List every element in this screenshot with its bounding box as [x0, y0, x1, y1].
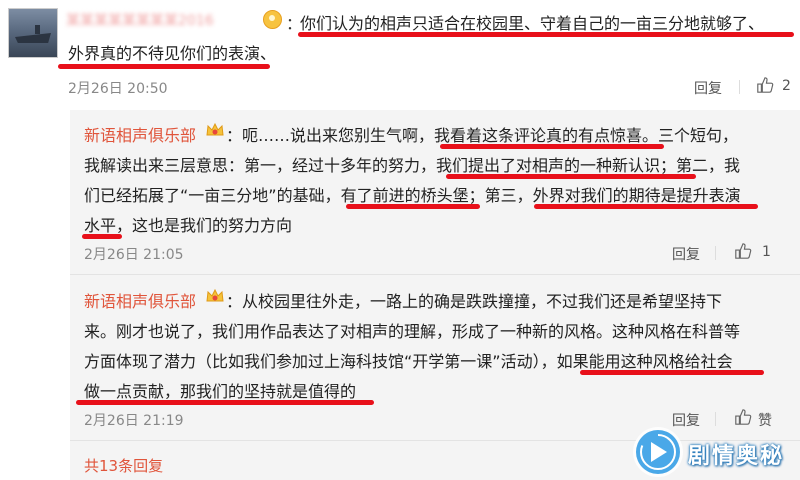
avatar[interactable] [8, 8, 58, 58]
underline-mark [440, 144, 664, 149]
main-comment: 某某某某某某某某2016 ： 你们认为的相声只适合在校园里、守着自己的一亩三分地… [0, 0, 800, 118]
ship-tower-shape [35, 25, 40, 34]
reply-2-line-1: ：从校园里往外走，一路上的确是跌跌撞撞，不过我们还是希望坚持下 [226, 292, 723, 311]
main-comment-line-2: 外界真的不待见你们的表演、 [68, 44, 277, 63]
reply-2-line-3: 方面体现了潜力（比如我们参加过上海科技馆“开学第一课”活动），如果能用这种风格给… [84, 352, 733, 371]
underline-mark [58, 64, 270, 69]
reply-2-line-4: 做一点贡献，那我们的坚持就是值得的 [84, 382, 357, 401]
reply-username[interactable]: 新语相声俱乐部 [84, 288, 196, 312]
watermark: 剧情奥秘 [628, 424, 800, 480]
reply-1-line-2: 我解读出来三层意思：第一，经过十多年的努力，我们提出了对相声的一种新认识；第二，… [84, 156, 741, 175]
underline-mark [82, 234, 122, 239]
reply-button[interactable]: 回复 [694, 78, 722, 98]
like-count: 1 [762, 244, 771, 260]
reply-divider [70, 274, 800, 275]
action-divider [739, 80, 740, 94]
thumbs-up-icon[interactable] [734, 242, 752, 260]
reply-username[interactable]: 新语相声俱乐部 [84, 122, 196, 146]
underline-mark [534, 204, 758, 209]
thumbs-up-icon[interactable] [756, 76, 774, 94]
underline-mark [298, 32, 794, 37]
reply-2-line-2: 来。刚才也说了，我们用作品表达了对相声的理解，形成了一种新的风格。这种风格在科普… [84, 322, 741, 341]
action-divider [715, 246, 716, 260]
reply-button[interactable]: 回复 [672, 244, 700, 264]
main-comment-line-1: 你们认为的相声只适合在校园里、守着自己的一亩三分地就够了、 [300, 14, 765, 33]
reply-1-time: 2月26日 21:05 [84, 247, 184, 263]
medal-badge-icon [263, 10, 282, 29]
like-count: 2 [782, 78, 791, 94]
vip-crown-icon [206, 122, 224, 136]
reply-1-line-4: 水平，这也是我们的努力方向 [84, 216, 293, 235]
main-comment-time: 2月26日 20:50 [68, 81, 168, 97]
more-replies-link[interactable]: 共13条回复 [84, 455, 163, 476]
underline-mark [580, 370, 764, 375]
reply-2-time: 2月26日 21:19 [84, 413, 184, 429]
reply-1-line-3: 们已经拓展了“一亩三分地”的基础，有了前进的桥头堡；第三，外界对我们的期待是提升… [84, 186, 741, 205]
underline-mark [76, 400, 374, 405]
watermark-logo-icon [636, 430, 680, 474]
vip-crown-icon [206, 288, 224, 302]
ship-hull-shape [15, 33, 51, 43]
main-username[interactable]: 某某某某某某某某2016 [66, 10, 214, 30]
underline-mark [446, 174, 696, 179]
reply-1-line-1: ：呃……说出来您别生气啊，我看着这条评论真的有点惊喜。三个短句， [226, 126, 739, 145]
watermark-text: 剧情奥秘 [688, 444, 785, 469]
underline-mark [346, 204, 480, 209]
